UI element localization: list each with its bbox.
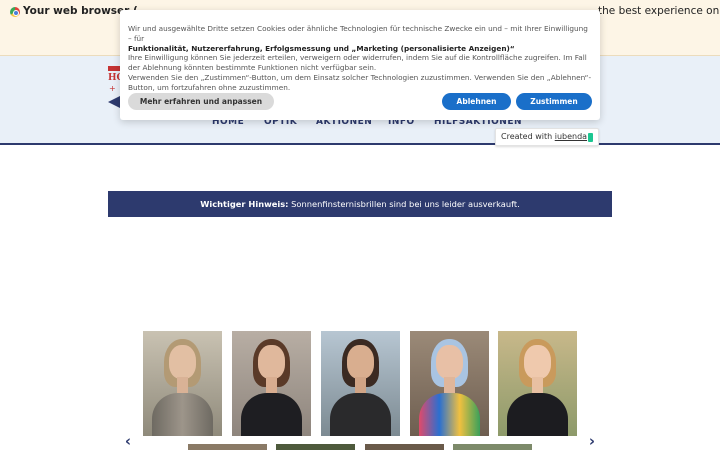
team-photo[interactable] — [232, 331, 311, 436]
team-photo[interactable] — [498, 331, 577, 436]
cookie-text-line4: Verwenden Sie den „Zustimmen“-Button, um… — [128, 72, 592, 92]
notice-text: Sonnenfinsternisbrillen sind bei uns lei… — [288, 199, 520, 209]
carousel-prev-icon[interactable]: ‹ — [123, 434, 133, 449]
iubenda-credit[interactable]: Created with iubenda — [495, 128, 599, 146]
cookie-banner: Wir und ausgewählte Dritte setzen Cookie… — [120, 10, 600, 120]
team-photo[interactable] — [321, 331, 400, 436]
team-photo[interactable] — [365, 444, 444, 450]
team-photo[interactable] — [453, 444, 532, 450]
iubenda-credit-prefix: Created with — [501, 132, 555, 141]
iubenda-link[interactable]: iubenda — [555, 132, 587, 141]
notice-label: Wichtiger Hinweis: — [200, 199, 289, 209]
browser-warning-text-right: the best experience on — [598, 5, 720, 17]
important-notice: Wichtiger Hinweis: Sonnenfinsternisbrill… — [108, 191, 612, 217]
iubenda-icon — [588, 133, 593, 142]
cookie-text-line1: Wir und ausgewählte Dritte setzen Cookie… — [128, 24, 588, 43]
team-photo[interactable] — [188, 444, 267, 450]
learn-more-button[interactable]: Mehr erfahren und anpassen — [128, 93, 274, 110]
cookie-text-line3: Ihre Einwilligung können Sie jederzeit e… — [128, 53, 587, 73]
team-photo[interactable] — [410, 331, 489, 436]
cookie-text-purposes: Funktionalität, Nutzererfahrung, Erfolgs… — [128, 43, 515, 53]
cookie-banner-text: Wir und ausgewählte Dritte setzen Cookie… — [128, 24, 592, 93]
logo-triangle — [108, 96, 120, 108]
browser-logo-icon — [10, 7, 20, 17]
page: Your web browser ( the best experience o… — [0, 0, 720, 450]
accept-button[interactable]: Zustimmen — [516, 93, 592, 110]
team-photo[interactable] — [276, 444, 355, 450]
team-photo[interactable] — [143, 331, 222, 436]
reject-button[interactable]: Ablehnen — [442, 93, 511, 110]
logo-cross-icon: + — [109, 84, 116, 93]
carousel-next-icon[interactable]: › — [587, 434, 597, 449]
